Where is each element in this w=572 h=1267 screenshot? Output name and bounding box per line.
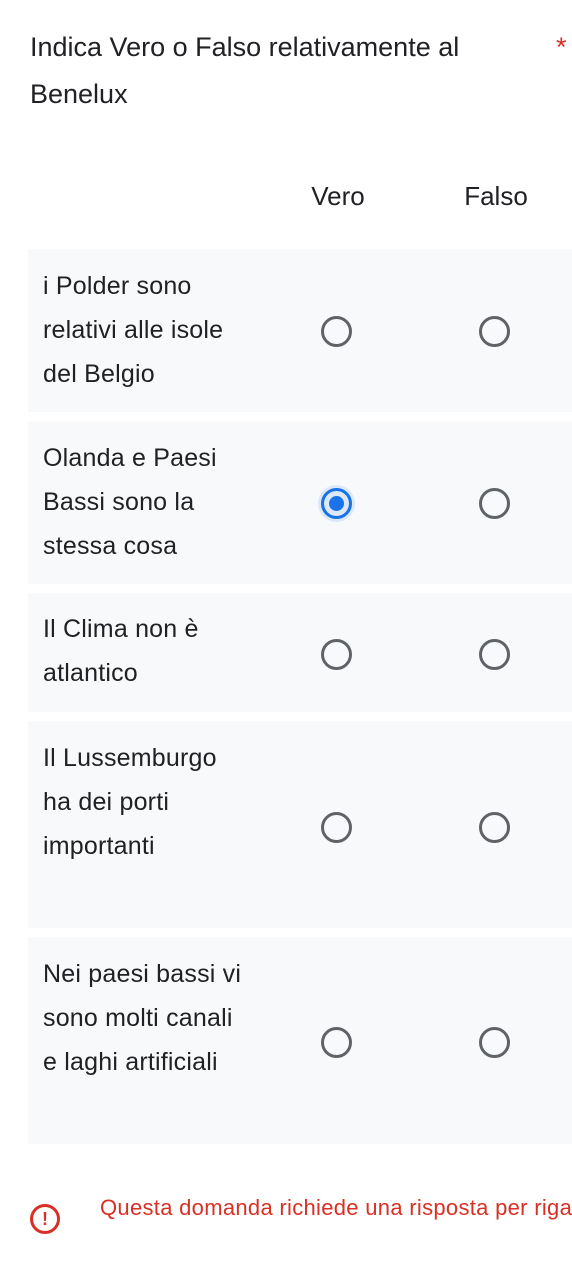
radio-vero[interactable] [321, 812, 352, 843]
validation-error: ! Questa domanda richiede una risposta p… [30, 1192, 572, 1252]
radio-vero[interactable] [321, 639, 352, 670]
radio-falso[interactable] [479, 812, 510, 843]
grid-row: i Polder sono relativi alle isole del Be… [28, 249, 572, 412]
row-label: Nei paesi bassi vi sono molti canali e l… [43, 960, 242, 1076]
radio-falso[interactable] [479, 1027, 510, 1058]
radio-vero[interactable] [321, 1027, 352, 1058]
radio-falso[interactable] [479, 639, 510, 670]
grid-row: Il Lussemburgo ha dei porti importanti [28, 721, 572, 928]
row-label: Il Clima non è atlantico [43, 615, 199, 687]
question-title: Indica Vero o Falso relativamente al Ben… [30, 32, 460, 109]
radio-falso[interactable] [479, 316, 510, 347]
radio-falso[interactable] [479, 488, 510, 519]
form-page: Indica Vero o Falso relativamente al Ben… [0, 0, 572, 1267]
required-asterisk: * [556, 32, 567, 62]
radio-vero-selected[interactable] [318, 485, 355, 522]
error-icon: ! [30, 1204, 60, 1234]
row-label: Il Lussemburgo ha dei porti importanti [43, 744, 217, 860]
grid-row: Il Clima non è atlantico [28, 593, 572, 712]
column-header-falso: Falso [464, 181, 528, 211]
grid-row: Nei paesi bassi vi sono molti canali e l… [28, 937, 572, 1144]
error-message: Questa domanda richiede una risposta per… [100, 1195, 572, 1220]
radio-selected-dot [329, 496, 344, 511]
row-label: i Polder sono relativi alle isole del Be… [43, 272, 224, 388]
column-header-vero: Vero [311, 181, 365, 211]
row-label: Olanda e Paesi Bassi sono la stessa cosa [43, 444, 217, 560]
radio-vero[interactable] [321, 316, 352, 347]
grid-row: Olanda e Paesi Bassi sono la stessa cosa [28, 421, 572, 584]
